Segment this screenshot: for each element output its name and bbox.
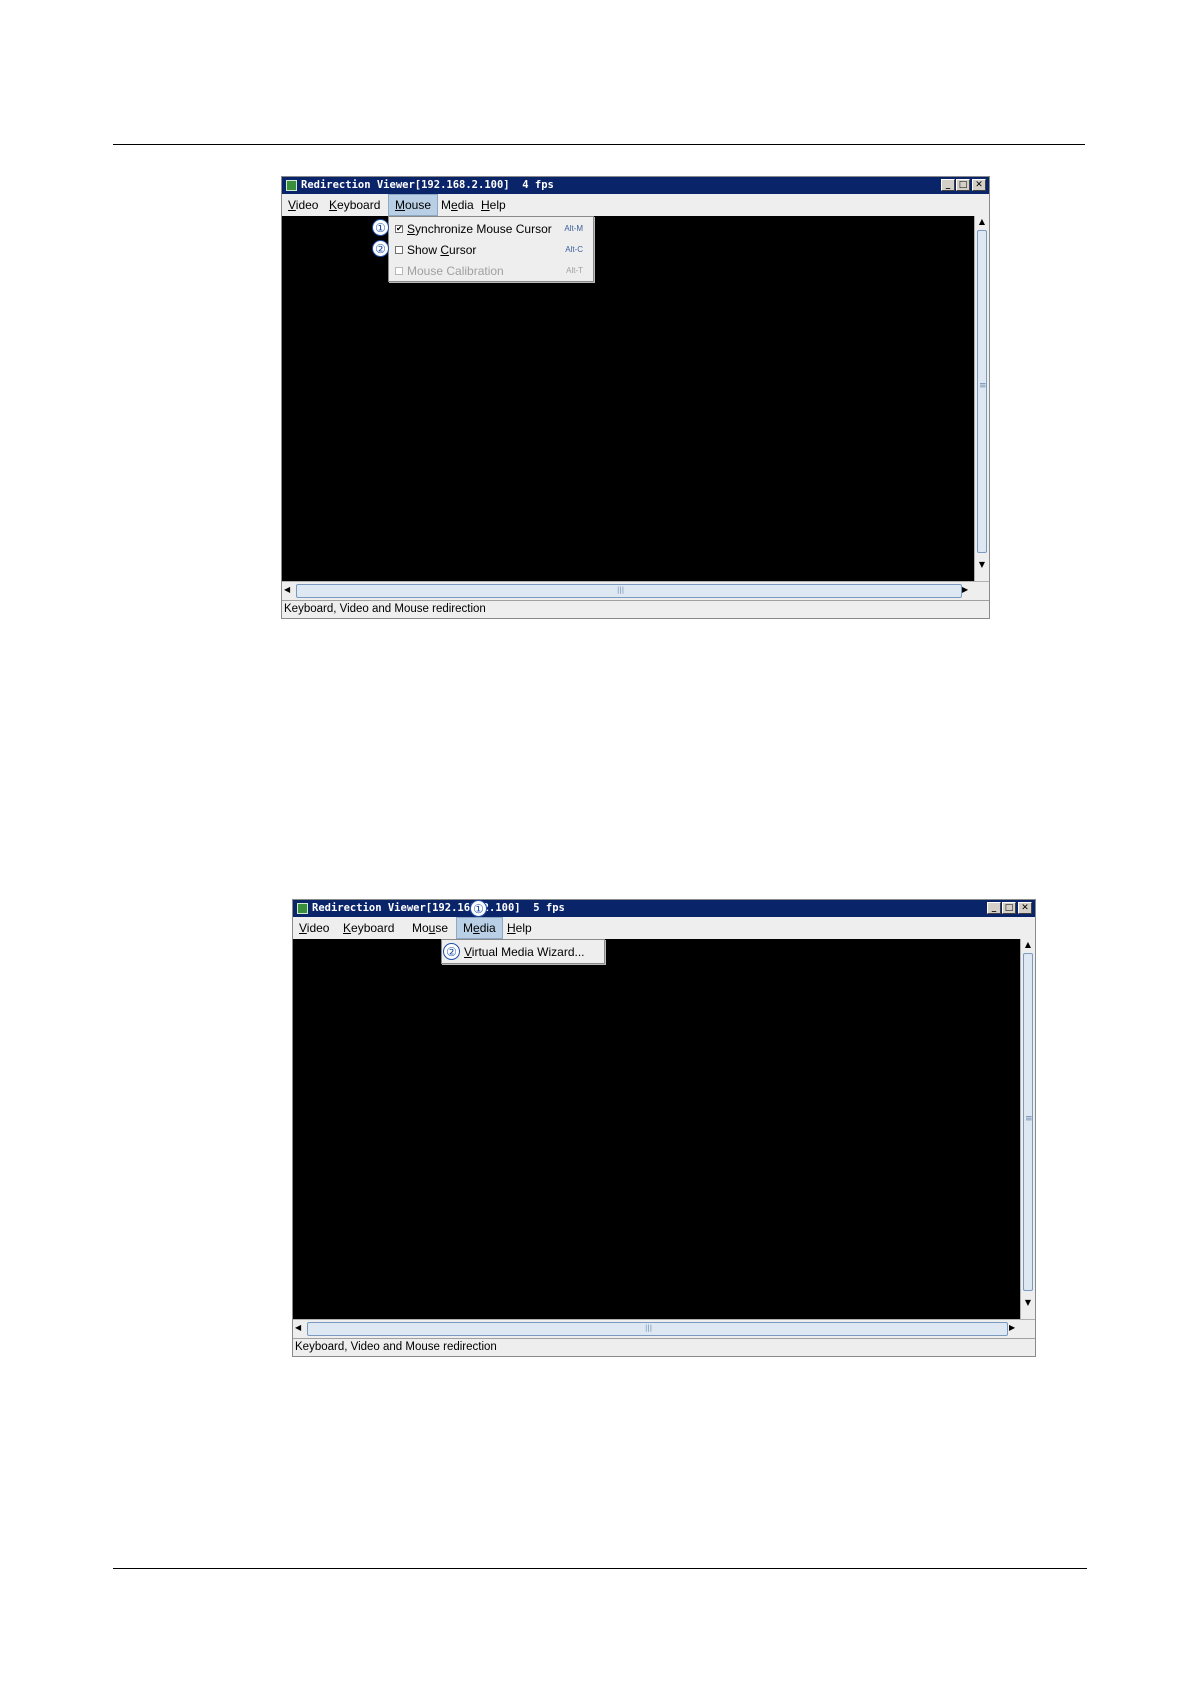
window-title: Redirection Viewer[192.168.2.100] 5 fps (312, 902, 565, 914)
horizontal-scroll-thumb[interactable]: ||| (307, 1322, 1008, 1336)
menu-item-virtual-media-wizard[interactable]: Virtual Media Wizard... (442, 942, 604, 962)
menu-item-synchronize-mouse-cursor[interactable]: ✔ Synchronize Mouse Cursor Alt-M (389, 219, 593, 239)
title-bar[interactable]: Redirection Viewer[192.168.2.100] 4 fps … (282, 177, 989, 194)
scroll-grip-icon: ≡ (979, 381, 987, 391)
menu-bar: Video Keyboard Mouse Media Help (282, 194, 989, 216)
shortcut-label: Alt-C (565, 245, 583, 254)
minimize-button[interactable]: _ (941, 179, 955, 191)
menu-media[interactable]: Media (435, 194, 480, 216)
scroll-grip-h-icon: ||| (617, 586, 625, 594)
menu-item-label: Mouse Calibration (407, 264, 504, 278)
menu-keyboard[interactable]: Keyboard (323, 194, 386, 216)
scroll-grip-icon: ≡ (1025, 1114, 1033, 1124)
maximize-button[interactable]: □ (956, 179, 970, 191)
menu-item-label: Synchronize Mouse Cursor (407, 222, 552, 236)
title-bar[interactable]: Redirection Viewer[192.168.2.100] 5 fps … (293, 900, 1035, 917)
shortcut-label: Alt-M (564, 224, 583, 233)
callout-1: ① (470, 900, 487, 917)
close-button[interactable]: ✕ (1018, 902, 1032, 914)
maximize-button[interactable]: □ (1002, 902, 1016, 914)
minimize-button[interactable]: _ (987, 902, 1001, 914)
window-title: Redirection Viewer[192.168.2.100] 4 fps (301, 179, 554, 191)
menu-item-mouse-calibration: Mouse Calibration Alt-T (389, 261, 593, 281)
status-bar: Keyboard, Video and Mouse redirection (293, 1338, 1035, 1356)
menu-item-label: Show Cursor (407, 243, 477, 257)
menu-keyboard[interactable]: Keyboard (337, 917, 400, 939)
status-bar: Keyboard, Video and Mouse redirection (282, 600, 989, 618)
menu-video[interactable]: Video (282, 194, 324, 216)
vertical-scroll-thumb[interactable]: ≡ (977, 230, 987, 553)
vertical-scroll-thumb[interactable]: ≡ (1023, 953, 1033, 1291)
mouse-dropdown-menu: ✔ Synchronize Mouse Cursor Alt-M Show Cu… (388, 216, 594, 282)
callout-2: ② (372, 240, 389, 257)
checkbox-disabled (395, 267, 403, 275)
shortcut-label: Alt-T (566, 266, 583, 275)
close-button[interactable]: ✕ (972, 179, 986, 191)
app-icon (286, 180, 297, 191)
menu-help[interactable]: Help (475, 194, 512, 216)
remote-screen[interactable] (282, 216, 974, 581)
menu-help[interactable]: Help (501, 917, 538, 939)
remote-screen[interactable] (293, 939, 1020, 1319)
horizontal-scrollbar[interactable]: ◀ ||| ▶ (282, 581, 989, 600)
menu-mouse[interactable]: Mouse (406, 917, 454, 939)
horizontal-scroll-thumb[interactable]: ||| (296, 584, 962, 598)
scroll-up-arrow[interactable]: ▲ (1021, 940, 1035, 949)
menu-mouse[interactable]: Mouse (388, 194, 439, 216)
callout-1: ① (372, 219, 389, 236)
menu-video[interactable]: Video (293, 917, 335, 939)
app-icon (297, 903, 308, 914)
menu-media[interactable]: Media (456, 917, 503, 939)
redirection-viewer-window-1: Redirection Viewer[192.168.2.100] 4 fps … (281, 176, 990, 619)
scroll-right-arrow[interactable]: ▶ (1009, 1323, 1015, 1332)
scroll-up-arrow[interactable]: ▲ (975, 217, 989, 226)
vertical-scrollbar[interactable]: ▲ ≡ ▼ (974, 216, 989, 581)
scroll-down-arrow[interactable]: ▼ (1021, 1298, 1035, 1307)
scroll-left-arrow[interactable]: ◀ (295, 1323, 301, 1332)
media-dropdown-menu: Virtual Media Wizard... (441, 939, 605, 964)
callout-2: ② (443, 943, 460, 960)
menu-bar: Video Keyboard Mouse Media Help (293, 917, 1035, 939)
scroll-left-arrow[interactable]: ◀ (284, 585, 290, 594)
horizontal-scrollbar[interactable]: ◀ ||| ▶ (293, 1319, 1035, 1338)
scroll-down-arrow[interactable]: ▼ (975, 560, 989, 569)
checkbox-checked[interactable]: ✔ (395, 225, 403, 233)
footer-rule (113, 1568, 1087, 1569)
redirection-viewer-window-2: Redirection Viewer[192.168.2.100] 5 fps … (292, 899, 1036, 1357)
menu-item-label: Virtual Media Wizard... (464, 945, 585, 959)
checkbox-unchecked[interactable] (395, 246, 403, 254)
menu-item-show-cursor[interactable]: Show Cursor Alt-C (389, 240, 593, 260)
scroll-right-arrow[interactable]: ▶ (962, 585, 968, 594)
header-rule (113, 144, 1085, 145)
scroll-grip-h-icon: ||| (645, 1324, 653, 1332)
vertical-scrollbar[interactable]: ▲ ≡ ▼ (1020, 939, 1035, 1319)
